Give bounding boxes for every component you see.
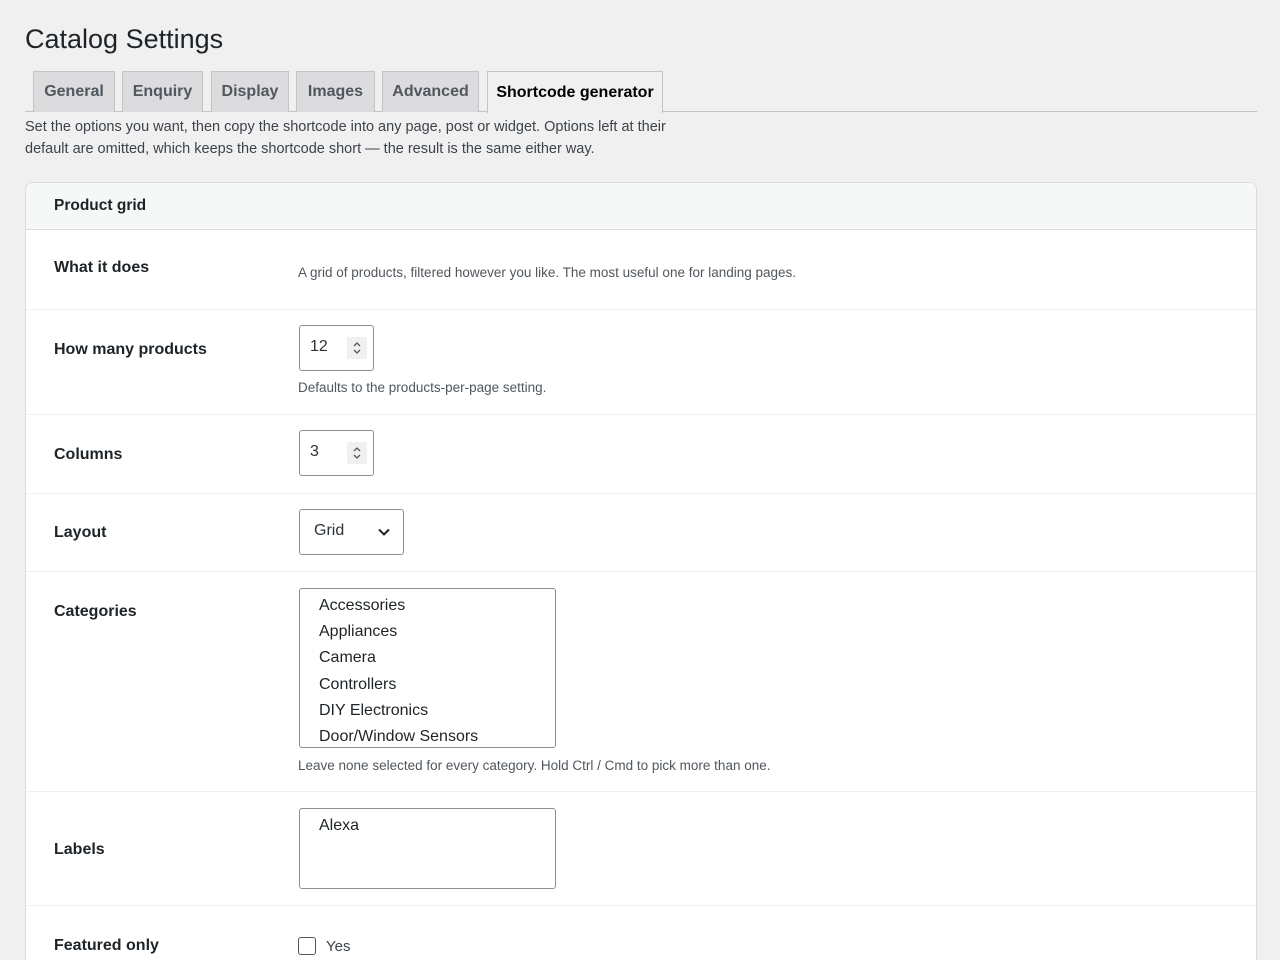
tab-shortcode-generator[interactable]: Shortcode generator [487,71,663,113]
tab-general[interactable]: General [33,71,115,112]
categories-listbox[interactable]: Accessories Appliances Camera Controller… [299,588,556,748]
tab-advanced[interactable]: Advanced [382,71,479,112]
layout-select[interactable]: Grid [299,509,404,555]
how-many-input[interactable]: 12 [299,325,374,371]
featured-checkbox[interactable]: Yes [298,937,350,955]
checkbox-box[interactable] [298,937,316,955]
what-it-does-text: A grid of products, filtered however you… [298,265,797,280]
how-many-label: How many products [54,341,207,358]
labels-listbox[interactable]: Alexa [299,808,556,889]
tab-images[interactable]: Images [296,71,375,112]
card-title: Product grid [26,183,1256,230]
columns-input[interactable]: 3 [299,430,374,476]
tab-display[interactable]: Display [211,71,289,112]
row-how-many: How many products 12 Defaults to the pro… [26,310,1256,415]
up-down-arrows-icon[interactable] [347,337,367,359]
category-option[interactable]: Controllers [300,672,555,698]
featured-checkbox-label: Yes [326,937,351,955]
product-grid-card: Product grid What it does A grid of prod… [25,182,1257,960]
how-many-value: 12 [310,338,328,355]
columns-label: Columns [54,446,123,463]
chevron-down-icon [377,525,391,544]
category-option[interactable]: Door/Window Sensors [300,724,555,747]
intro-text: Set the options you want, then copy the … [25,119,666,157]
row-what-it-does: What it does A grid of products, filtere… [26,231,1256,310]
category-option[interactable]: Camera [300,645,555,671]
up-down-arrows-icon[interactable] [347,442,367,464]
featured-label: Featured only [54,937,159,954]
row-featured: Featured only Yes [26,906,1256,960]
layout-value: Grid [314,522,345,539]
categories-label: Categories [54,603,137,620]
category-option[interactable]: DIY Electronics [300,698,555,724]
row-layout: Layout Grid [26,494,1256,572]
row-columns: Columns 3 [26,415,1256,494]
row-labels: Labels Alexa [26,792,1256,906]
how-many-help: Defaults to the products-per-page settin… [298,380,547,395]
layout-label: Layout [54,524,107,541]
category-option[interactable]: Accessories [300,593,555,619]
category-option[interactable]: Appliances [300,619,555,645]
labels-label: Labels [54,841,105,858]
row-categories: Categories Accessories Appliances Camera… [26,572,1256,792]
what-it-does-label: What it does [54,259,150,276]
columns-value: 3 [310,443,319,460]
tab-enquiry[interactable]: Enquiry [122,71,203,112]
categories-help: Leave none selected for every category. … [298,758,771,773]
settings-tabs: General Enquiry Display Images Advanced … [25,71,1257,113]
label-option[interactable]: Alexa [300,813,555,839]
page-title: Catalog Settings [25,24,224,54]
